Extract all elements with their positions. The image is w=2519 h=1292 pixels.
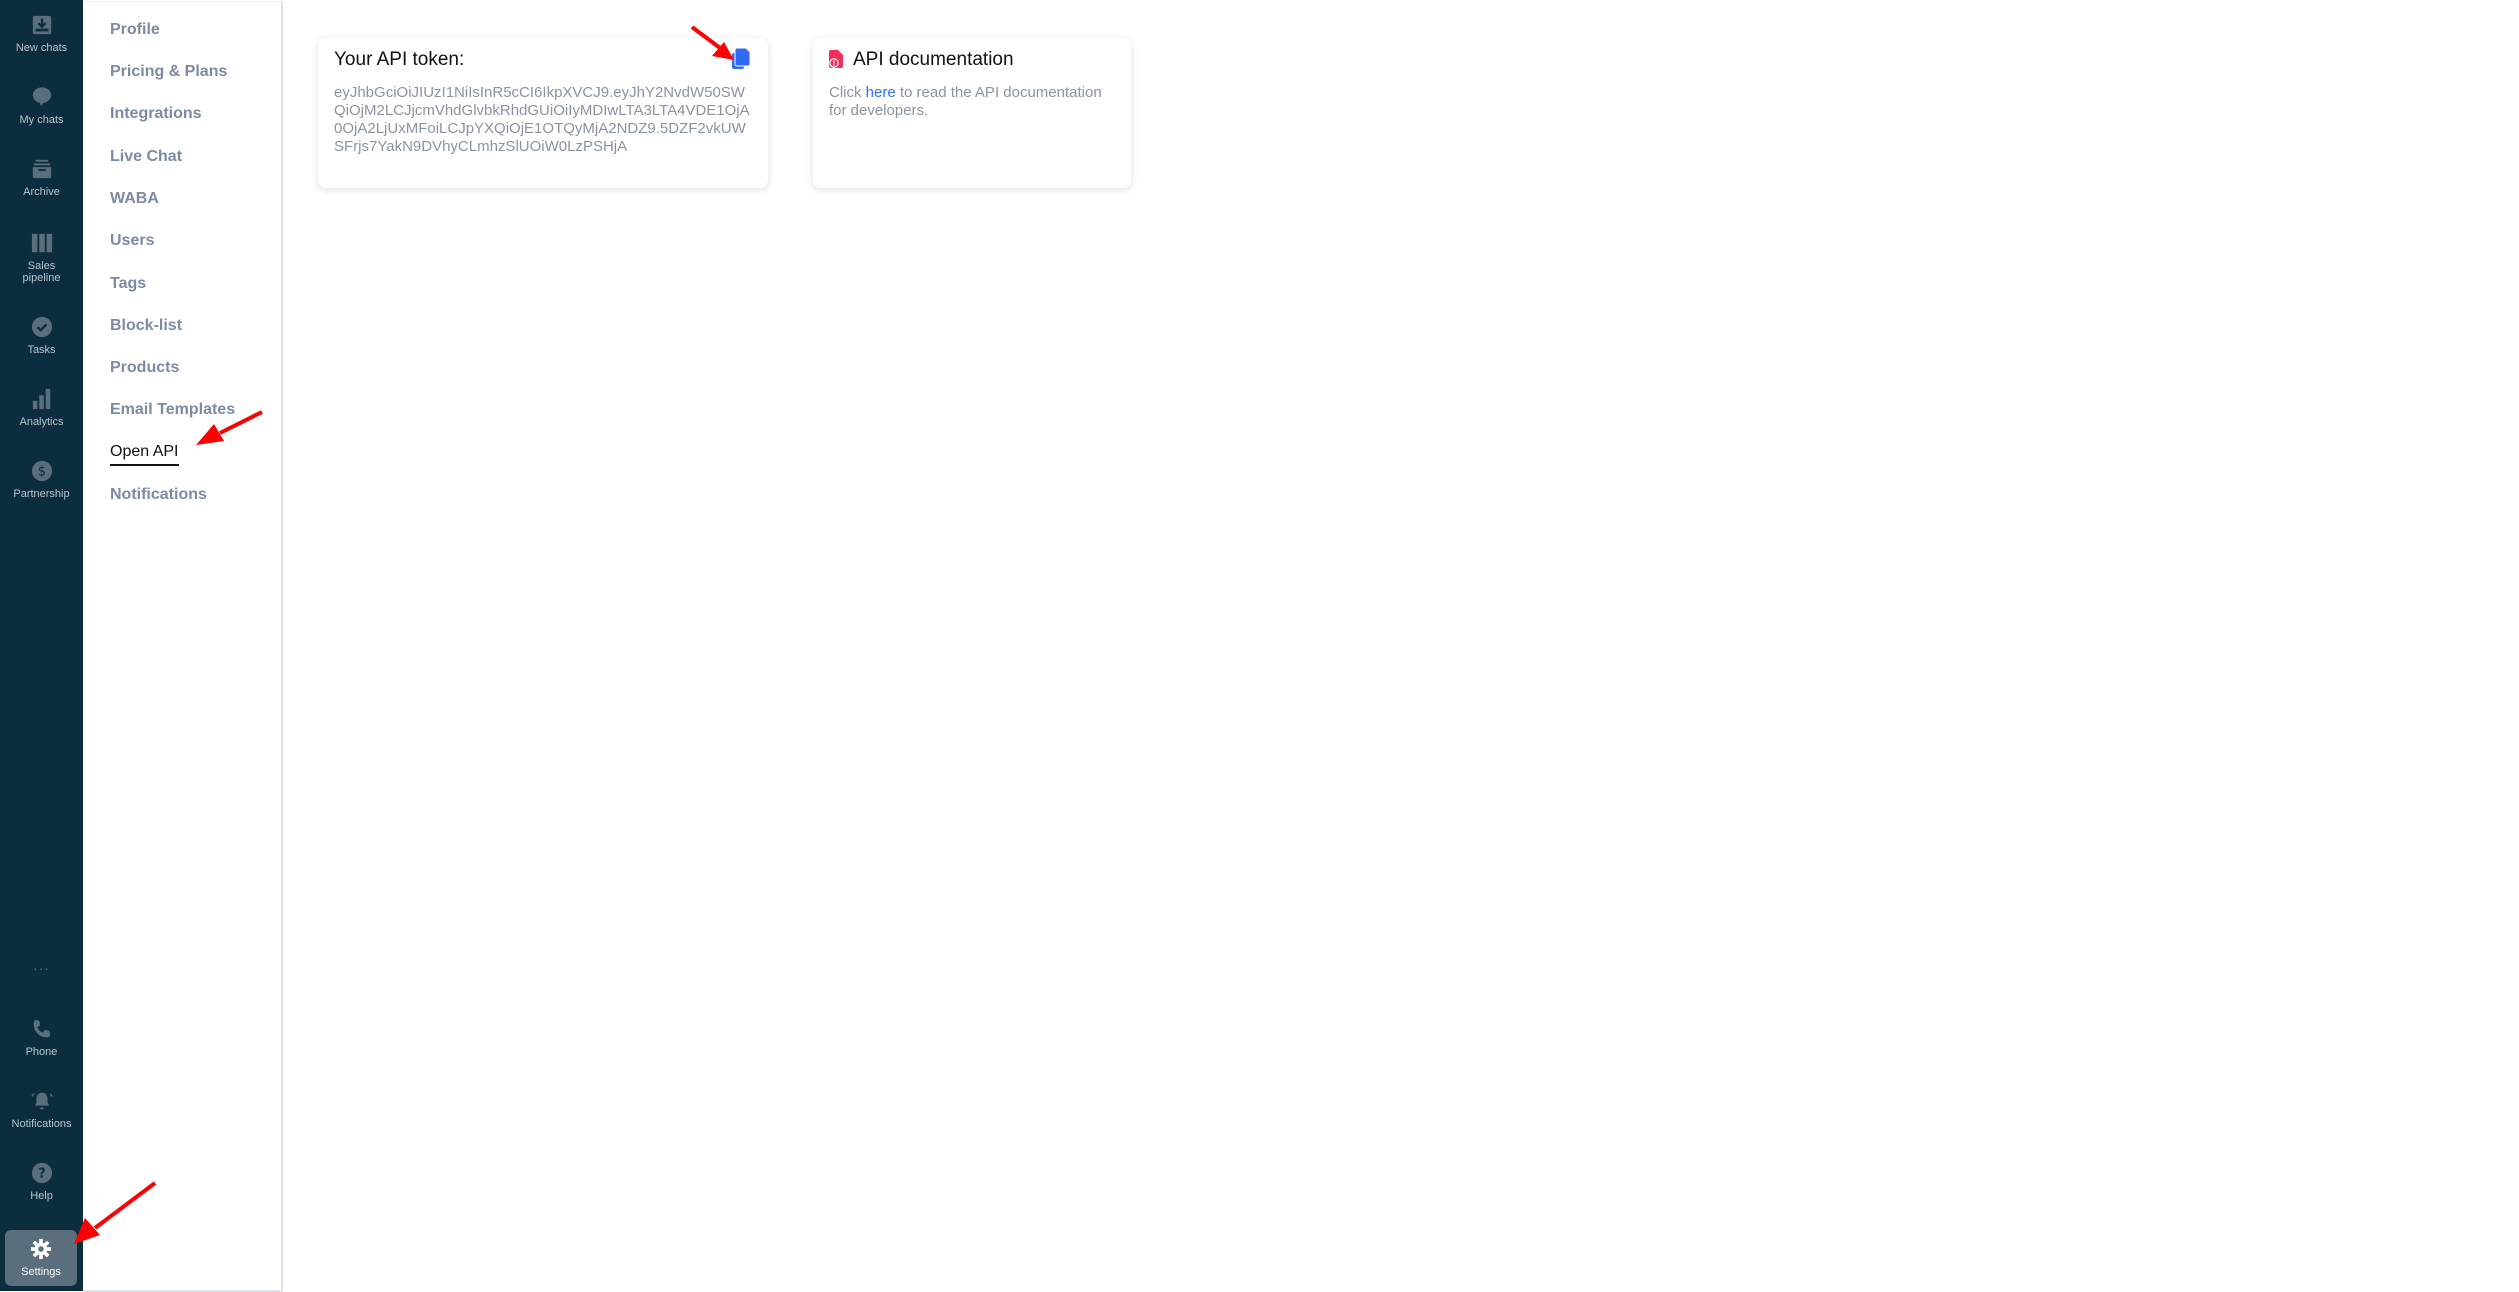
nav-label: Tasks — [27, 344, 56, 356]
bell-icon — [30, 1092, 53, 1110]
menu-item-email-templates[interactable]: Email Templates — [110, 401, 235, 419]
phone-icon — [33, 1019, 50, 1038]
menu-item-integrations[interactable]: Integrations — [110, 105, 202, 123]
api-docs-text-before: Click — [829, 84, 866, 101]
nav-label: Notifications — [11, 1118, 72, 1130]
nav-label: Settings — [21, 1266, 61, 1278]
help-circle-icon: ? — [31, 1162, 52, 1184]
svg-text:?: ? — [38, 1167, 45, 1182]
menu-item-waba[interactable]: WABA — [110, 190, 159, 208]
nav-archive[interactable]: Archive — [0, 158, 83, 198]
api-docs-title: API documentation — [853, 49, 1014, 70]
api-docs-card: API documentation Click here to read the… — [813, 38, 1131, 188]
nav-new-chats[interactable]: New chats — [0, 14, 83, 54]
svg-text:$: $ — [37, 465, 45, 480]
nav-notifications[interactable]: Notifications — [0, 1090, 83, 1130]
dollar-circle-icon: $ — [31, 460, 52, 482]
pipeline-columns-icon — [31, 233, 52, 253]
more-options-button[interactable]: ··· — [0, 960, 83, 976]
copy-icon[interactable] — [732, 48, 750, 70]
archive-box-icon — [32, 159, 51, 179]
gear-icon — [30, 1238, 52, 1260]
nav-my-chats[interactable]: My chats — [0, 86, 83, 126]
menu-item-block-list[interactable]: Block-list — [110, 317, 182, 335]
nav-label: Archive — [23, 186, 60, 198]
nav-label: Analytics — [19, 416, 64, 428]
nav-partnership[interactable]: $ Partnership — [0, 460, 83, 500]
menu-item-tags[interactable]: Tags — [110, 275, 146, 293]
check-circle-icon — [31, 316, 52, 338]
api-token-card: Your API token: eyJhbGciOiJIUzI1NiIsInR5… — [318, 38, 768, 188]
menu-item-products[interactable]: Products — [110, 359, 179, 377]
settings-menu: Profile Pricing & Plans Integrations Liv… — [83, 1, 283, 1292]
nav-settings[interactable]: Settings — [5, 1230, 77, 1286]
nav-label: My chats — [19, 114, 64, 126]
chat-bubble-icon — [32, 87, 51, 107]
nav-label: Help — [30, 1190, 53, 1202]
api-docs-link[interactable]: here — [866, 84, 896, 101]
nav-label: Sales pipeline — [22, 260, 61, 284]
nav-sales-pipeline[interactable]: Sales pipeline — [0, 232, 83, 284]
nav-analytics[interactable]: Analytics — [0, 388, 83, 428]
api-docs-description: Click here to read the API documentation… — [829, 84, 1119, 120]
nav-label: Partnership — [13, 488, 70, 500]
menu-item-users[interactable]: Users — [110, 232, 154, 250]
document-alert-icon — [829, 50, 843, 68]
nav-tasks[interactable]: Tasks — [0, 316, 83, 356]
nav-help[interactable]: ? Help — [0, 1162, 83, 1202]
inbox-download-icon — [32, 15, 51, 35]
annotation-arrows — [74, 25, 734, 1244]
api-token-value[interactable]: eyJhbGciOiJIUzI1NiIsInR5cCI6IkpXVCJ9.eyJ… — [334, 84, 754, 156]
api-token-title: Your API token: — [334, 49, 465, 70]
nav-phone[interactable]: Phone — [0, 1018, 83, 1058]
main-sidebar: New chats My chats Archive Sales pipelin… — [0, 0, 83, 1291]
menu-item-notifications[interactable]: Notifications — [110, 486, 207, 504]
nav-label: New chats — [15, 42, 68, 54]
menu-item-open-api[interactable]: Open API — [110, 443, 179, 466]
menu-item-live-chat[interactable]: Live Chat — [110, 148, 182, 166]
nav-label: Phone — [25, 1046, 58, 1058]
menu-item-pricing-plans[interactable]: Pricing & Plans — [110, 63, 227, 81]
bar-chart-icon — [32, 388, 50, 410]
menu-item-profile[interactable]: Profile — [110, 21, 160, 39]
